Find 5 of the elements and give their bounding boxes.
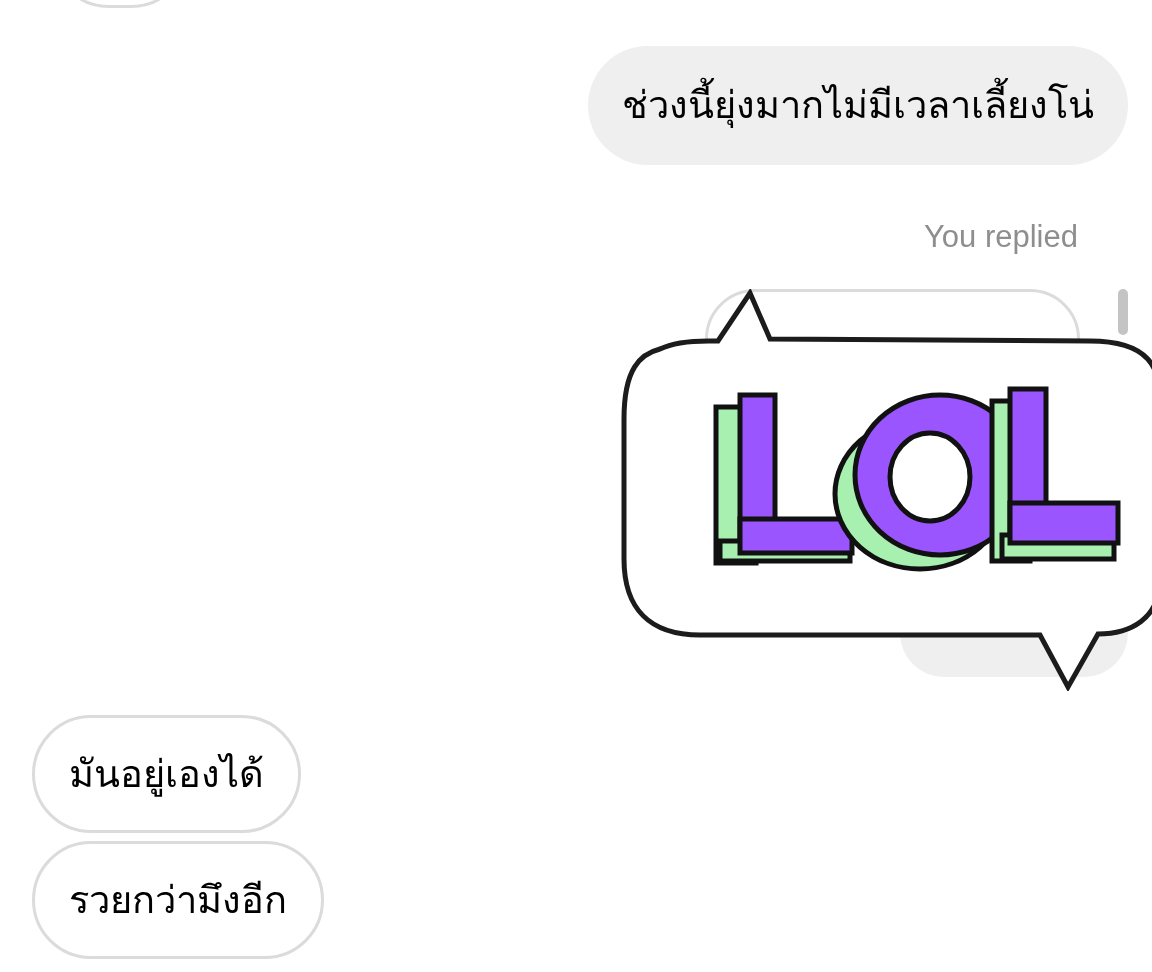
message-bubble: ช่วงนี้ยุ่งมากไม่มีเวลาเลี้ยงโน่ bbox=[588, 46, 1128, 165]
message-bubble: มันอยู่เองได้ bbox=[32, 715, 301, 833]
reply-label: You replied bbox=[924, 219, 1078, 255]
scrollbar bbox=[1118, 289, 1128, 335]
message-bubble: รวยกว่ามึงอีก bbox=[32, 841, 324, 959]
